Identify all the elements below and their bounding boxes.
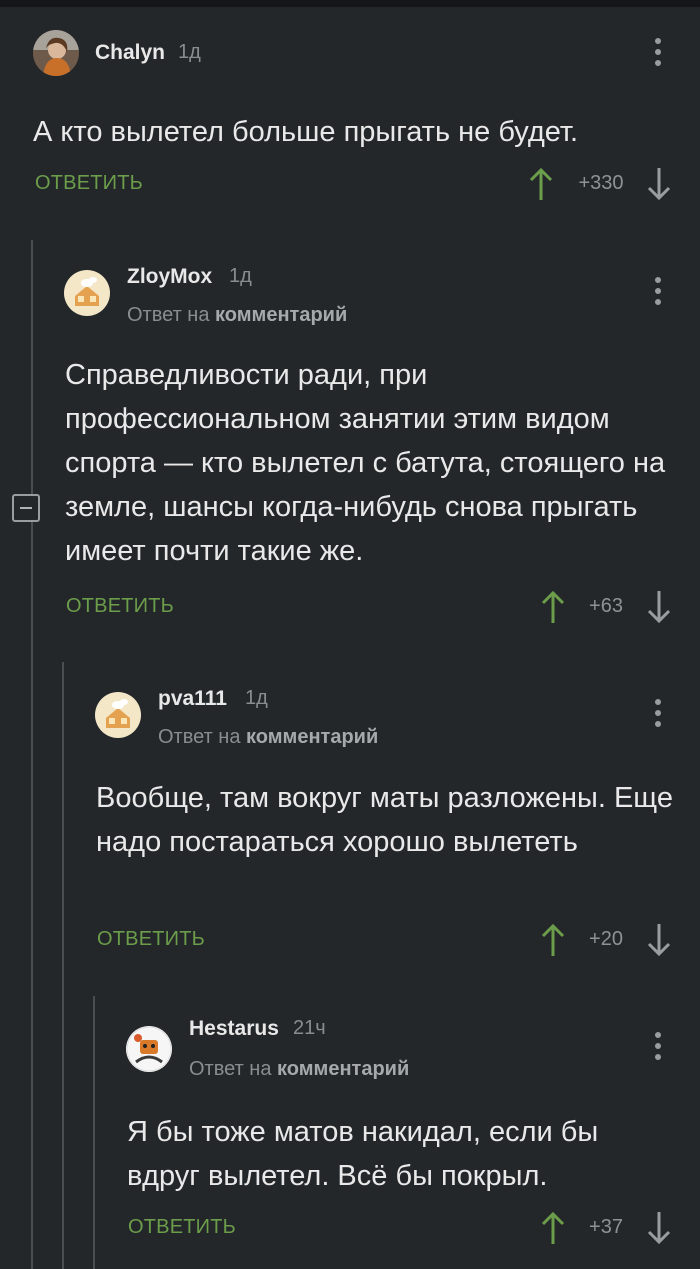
username[interactable]: Hestarus: [189, 1017, 279, 1041]
reply-to-comment-link[interactable]: комментарий: [277, 1058, 409, 1080]
comment-text: Справедливости ради, при профессионально…: [65, 359, 666, 567]
comment-time: 1д: [229, 265, 252, 287]
reply-to-comment-link[interactable]: комментарий: [215, 304, 347, 326]
arrow-up-icon[interactable]: [529, 167, 553, 201]
username[interactable]: ZloyMox: [127, 265, 212, 289]
reply-button[interactable]: ОТВЕТИТЬ: [66, 595, 174, 618]
reply-to-prefix: Ответ на: [189, 1058, 272, 1080]
comment-score: +37: [589, 1216, 623, 1238]
arrow-down-icon[interactable]: [647, 1211, 671, 1245]
arrow-down-icon[interactable]: [647, 923, 671, 957]
comment: Chalyn 1д А кто вылетел больше прыгать н…: [0, 0, 700, 240]
more-vertical-icon[interactable]: [654, 38, 662, 66]
comment-text: А кто вылетел больше прыгать не будет.: [33, 116, 579, 148]
comment-time: 1д: [245, 687, 268, 709]
comment: ZloyMox 1д Ответ на комментарий Справедл…: [0, 240, 700, 660]
comment-text: Вообще, там вокруг маты разложены. Еще н…: [96, 782, 673, 858]
reply-to-line: Ответ на комментарий: [127, 304, 347, 327]
avatar[interactable]: [95, 692, 141, 738]
reply-to-prefix: Ответ на: [127, 304, 210, 326]
avatar[interactable]: [64, 270, 110, 316]
comment-score: +63: [589, 595, 623, 617]
comment-text: Я бы тоже матов накидал, если бы вдруг в…: [127, 1116, 599, 1192]
comment: pva111 1д Ответ на комментарий Вообще, т…: [0, 662, 700, 996]
reply-button[interactable]: ОТВЕТИТЬ: [97, 928, 205, 951]
reply-button[interactable]: ОТВЕТИТЬ: [128, 1216, 236, 1239]
more-vertical-icon[interactable]: [654, 277, 662, 305]
more-vertical-icon[interactable]: [654, 1032, 662, 1060]
more-vertical-icon[interactable]: [654, 699, 662, 727]
arrow-up-icon[interactable]: [541, 923, 565, 957]
comment: Hestarus 21ч Ответ на комментарий Я бы т…: [0, 996, 700, 1269]
reply-to-prefix: Ответ на: [158, 726, 241, 748]
username[interactable]: pva111: [158, 687, 227, 711]
arrow-down-icon[interactable]: [647, 590, 671, 624]
comments-page: Chalyn 1д А кто вылетел больше прыгать н…: [0, 0, 700, 1269]
reply-to-line: Ответ на комментарий: [189, 1058, 409, 1081]
arrow-up-icon[interactable]: [541, 590, 565, 624]
username[interactable]: Chalyn: [95, 41, 165, 65]
reply-to-comment-link[interactable]: комментарий: [246, 726, 378, 748]
comment-time: 1д: [178, 41, 201, 63]
reply-to-line: Ответ на комментарий: [158, 726, 378, 749]
avatar[interactable]: [33, 30, 79, 76]
comment-score: +20: [589, 928, 623, 950]
avatar[interactable]: [126, 1026, 172, 1072]
reply-button[interactable]: ОТВЕТИТЬ: [35, 172, 143, 195]
arrow-up-icon[interactable]: [541, 1211, 565, 1245]
comment-time: 21ч: [293, 1017, 326, 1039]
arrow-down-icon[interactable]: [647, 167, 671, 201]
comment-score: +330: [578, 172, 624, 194]
